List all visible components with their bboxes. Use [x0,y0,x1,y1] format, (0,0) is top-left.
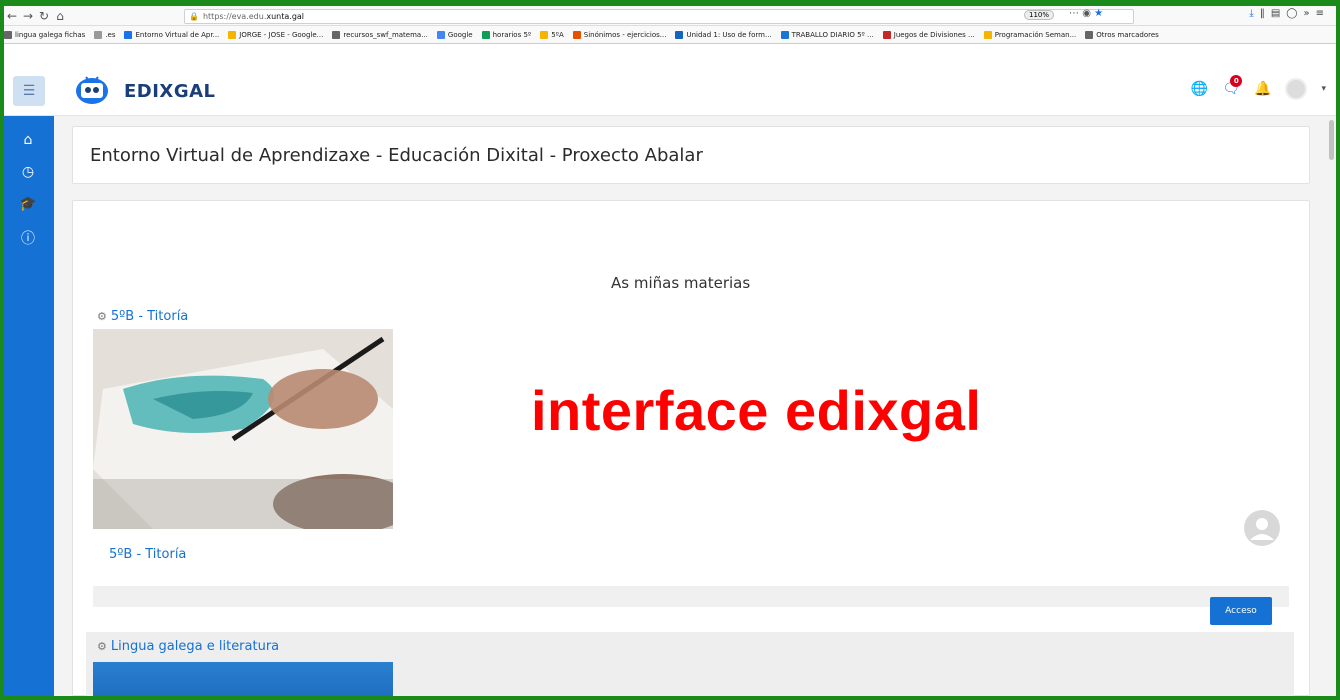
bookmark-favicon-icon [228,30,237,39]
page-title: Entorno Virtual de Aprendizaxe - Educaci… [90,145,703,166]
home-nav-icon[interactable]: ⌂ [18,132,38,152]
overflow-icon[interactable]: » [1303,8,1315,19]
account-icon[interactable]: ◯ [1286,8,1303,19]
bookmark-favicon-icon [124,30,133,39]
bookmark-favicon-icon [94,30,103,39]
course-title-text: Lingua galega e literatura [110,639,280,654]
drawer-toggle-button[interactable]: ☰ [13,76,45,106]
menu-icon[interactable]: ≡ [1316,8,1330,19]
bookmark-label: Otros marcadores [1096,30,1159,39]
course-image[interactable] [93,329,393,529]
library-icon[interactable]: ‖ [1260,8,1271,19]
bookmark-favicon-icon [882,30,891,39]
download-icon[interactable]: ⤓ [1249,8,1259,19]
course-footer-link[interactable]: 5ºB - Titoría [109,547,186,562]
page-scrollbar[interactable] [1327,116,1336,696]
edixgal-logo [76,76,108,104]
address-bar[interactable]: 🔒 https://eva.edu.xunta.gal [184,9,1134,24]
bookmark-item[interactable]: lingua galega fichas [4,30,86,39]
bookmark-item[interactable]: TRABALLO DIARIO 5º ... [780,30,874,39]
course-title-text: 5ºB - Titoría [110,309,189,324]
bookmark-item[interactable]: JORGE - JOSE - Google... [228,30,324,39]
help-nav-icon[interactable]: ⓘ [18,228,38,248]
bookmark-label: Juegos de Divisiones ... [893,30,975,39]
bookmark-favicon-icon [572,30,581,39]
header-icons: 🌐 🗨 0 🔔 ▾ [1191,75,1326,100]
courses-nav-icon[interactable]: 🎓 [18,196,38,216]
bookmark-item[interactable]: Entorno Virtual de Apr... [124,30,220,39]
bookmark-label: JORGE - JOSE - Google... [239,30,324,39]
bookmark-label: Sinónimos - ejercicios... [583,30,667,39]
browser-window: ← → ↻ ⌂ 🔒 https://eva.edu.xunta.gal 110%… [4,6,1336,696]
bookmark-label: Google [447,30,473,39]
page-header-card: Entorno Virtual de Aprendizaxe - Educaci… [72,126,1310,184]
bookmark-item[interactable]: Unidad 1: Uso de form... [675,30,772,39]
home-icon[interactable]: ⌂ [52,9,68,23]
bookmark-label: TRABALLO DIARIO 5º ... [791,30,874,39]
bookmark-label: .es [105,30,116,39]
notification-bell-icon[interactable]: 🔔 [1254,81,1271,97]
reload-icon[interactable]: ↻ [36,9,52,23]
more-actions-icon[interactable]: ⋯ [1069,8,1079,19]
bookmark-favicon-icon [1085,30,1094,39]
user-menu-caret-icon[interactable]: ▾ [1321,84,1326,94]
bookmark-item[interactable]: .es [94,30,116,39]
dashboard-nav-icon[interactable]: ◷ [18,164,38,184]
course-icon: ⚙ [97,640,107,653]
course-icon: ⚙ [97,310,107,323]
bookmark-favicon-icon [332,30,341,39]
painting-illustration [93,329,393,529]
bookmark-label: lingua galega fichas [15,30,86,39]
bookmark-item[interactable]: Otros marcadores [1085,30,1159,39]
course-title-link[interactable]: ⚙ 5ºB - Titoría [97,309,188,324]
lock-icon: 🔒 [189,12,199,21]
user-avatar[interactable] [1285,78,1308,100]
course-image-2[interactable] [93,662,393,696]
brand-name: EDIXGAL [124,81,216,102]
scroll-thumb[interactable] [1329,120,1334,160]
url-text: https://eva.edu.xunta.gal [202,12,305,21]
section-title: As miñas materias [611,274,751,292]
bookmark-favicon-icon [983,30,992,39]
bookmark-item[interactable]: 5ºA [540,30,564,39]
bookmark-item[interactable]: Google [436,30,473,39]
browser-tools: ⤓‖▤◯»≡ [1249,8,1330,19]
overlay-caption: interface edixgal [531,379,982,442]
pocket-icon[interactable]: ◉ [1082,8,1091,19]
url-actions: ⋯ ◉ ★ [1069,8,1103,19]
bookmark-label: 5ºA [551,30,564,39]
bookmark-item[interactable]: Programación Seman... [983,30,1077,39]
forward-icon[interactable]: → [20,9,36,23]
bookmark-favicon-icon [481,30,490,39]
bookmark-item[interactable]: recursos_swf_matema... [332,30,428,39]
app-header: ☰ EDIXGAL 🌐 🗨 0 🔔 ▾ [4,44,1336,116]
course-title-link-2[interactable]: ⚙ Lingua galega e literatura [97,639,279,654]
bookmark-favicon-icon [540,30,549,39]
bookmark-item[interactable]: Juegos de Divisiones ... [882,30,975,39]
course-separator [93,586,1289,607]
bookmark-label: Unidad 1: Uso de form... [686,30,772,39]
bookmark-label: recursos_swf_matema... [343,30,428,39]
bookmark-favicon-icon [780,30,789,39]
bookmark-favicon-icon [4,30,12,39]
bookmarks-bar: lingua galega fichas .es Entorno Virtual d… [4,26,1336,44]
bookmark-item[interactable]: horarios 5º [481,30,532,39]
bookmark-item[interactable]: Sinónimos - ejercicios... [572,30,667,39]
bookmark-label: Entorno Virtual de Apr... [135,30,220,39]
zoom-level[interactable]: 110% [1024,10,1055,20]
message-count-badge: 0 [1230,75,1243,87]
bookmark-label: Programación Seman... [994,30,1077,39]
left-nav-rail: ⌂ ◷ 🎓 ⓘ [4,116,54,696]
access-button[interactable]: Acceso [1210,597,1272,625]
messages-button[interactable]: 🗨 0 [1222,75,1243,97]
bookmark-favicon-icon [675,30,684,39]
language-globe-icon[interactable]: 🌐 [1191,81,1208,97]
bookmark-favicon-icon [436,30,445,39]
bookmark-star-icon[interactable]: ★ [1094,8,1103,19]
bookmark-label: horarios 5º [492,30,532,39]
teacher-avatar-icon [1244,510,1280,546]
sidebar-icon[interactable]: ▤ [1271,8,1286,19]
back-icon[interactable]: ← [4,9,20,23]
